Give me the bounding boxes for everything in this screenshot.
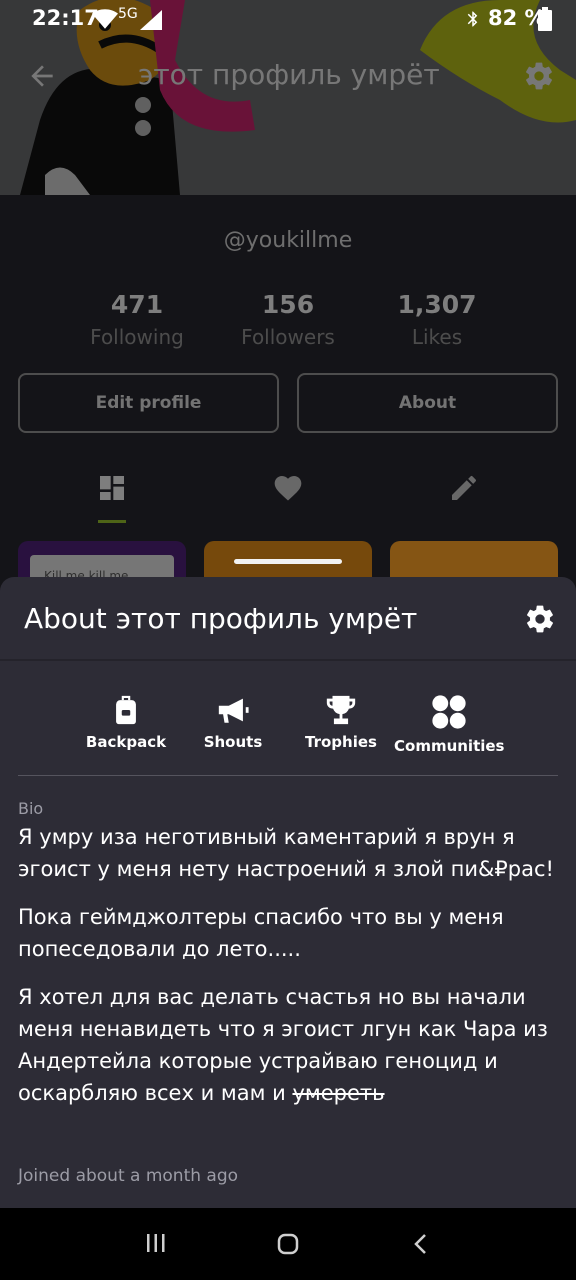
backpack-link[interactable]: Backpack (71, 693, 181, 751)
home-icon[interactable] (276, 1232, 300, 1256)
bio-paragraph: Я хотел для вас делать счастья но вы нач… (18, 981, 564, 1109)
bio-text: Я умру иза неготивный каментарий я врун … (18, 821, 564, 1125)
quick-link-label: Backpack (85, 733, 167, 751)
status-bar: 22:17 5G 82 % (0, 0, 576, 38)
quick-link-label: Communities (394, 737, 505, 755)
megaphone-icon (218, 698, 249, 723)
bluetooth-icon (467, 11, 478, 27)
gear-icon[interactable] (524, 603, 556, 635)
communities-icon (432, 695, 466, 729)
network-type: 5G (118, 6, 138, 22)
wifi-icon (92, 9, 118, 29)
sheet-drag-handle[interactable] (234, 559, 342, 564)
signal-icon (140, 10, 162, 30)
back-icon[interactable] (410, 1232, 430, 1256)
backpack-icon (116, 695, 136, 725)
sheet-title: About этот профиль умрёт (24, 602, 418, 635)
bio-label: Bio (18, 799, 44, 818)
sheet-header: About этот профиль умрёт (0, 577, 576, 661)
trophies-link[interactable]: Trophies (286, 693, 396, 751)
communities-link[interactable]: Communities (394, 693, 505, 755)
quick-link-label: Trophies (305, 733, 377, 751)
about-sheet: About этот профиль умрёт Backpack Shouts… (0, 577, 576, 1208)
quick-link-label: Shouts (203, 733, 263, 751)
battery-level: 82 % (488, 6, 546, 30)
divider (18, 775, 558, 776)
recent-apps-icon[interactable] (146, 1232, 166, 1254)
shouts-link[interactable]: Shouts (178, 693, 288, 751)
battery-icon (538, 7, 552, 31)
bio-strikethrough-text: умереть (292, 1081, 385, 1105)
trophy-icon (326, 695, 356, 725)
system-nav-bar (0, 1208, 576, 1280)
bio-paragraph-text: Я хотел для вас делать счастья но вы нач… (18, 985, 548, 1105)
bio-paragraph: Я умру иза неготивный каментарий я врун … (18, 825, 554, 881)
clock: 22:17 (32, 6, 99, 30)
joined-date: Joined about a month ago (18, 1166, 239, 1186)
bio-paragraph: Пока геймджолтеры спасибо что вы у меня … (18, 905, 504, 961)
